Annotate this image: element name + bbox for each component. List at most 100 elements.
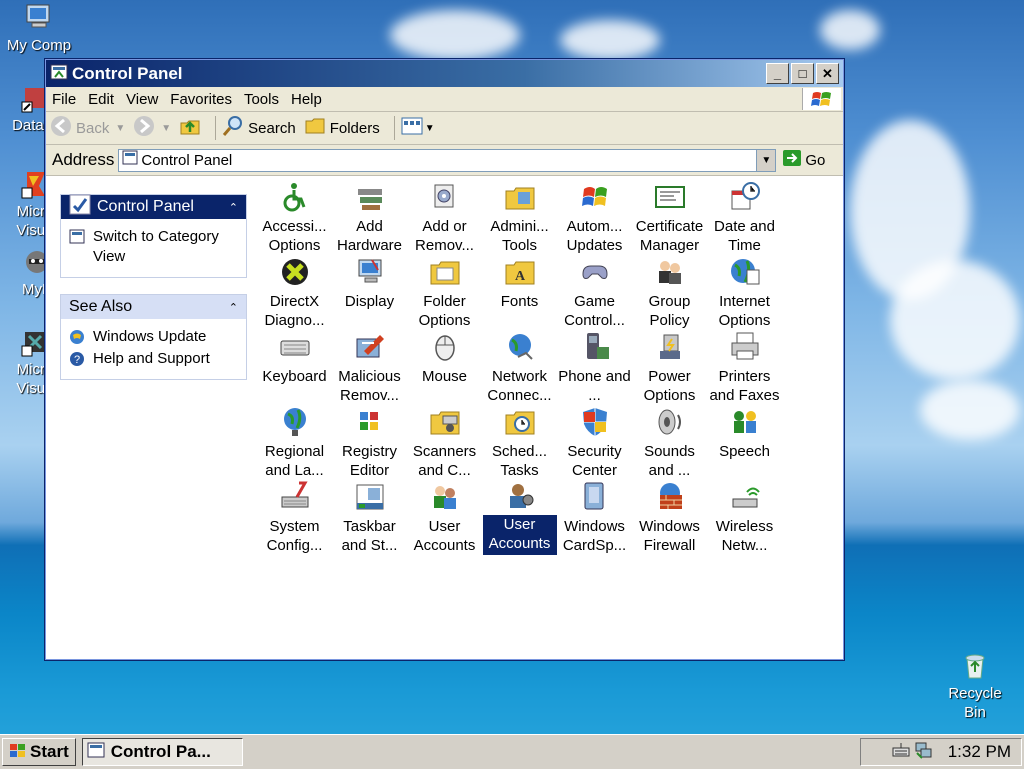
control-panel-item-power[interactable]: Power Options	[632, 330, 707, 405]
control-panel-item-keyboard[interactable]: Keyboard	[257, 330, 332, 405]
control-panel-item-scheduled-tasks[interactable]: Sched... Tasks	[482, 405, 557, 480]
control-panel-item-add-hardware[interactable]: Add Hardware	[332, 180, 407, 255]
item-label: Registry Editor	[341, 443, 397, 479]
control-panel-item-certificate[interactable]: Certificate Manager	[632, 180, 707, 255]
control-panel-item-cardspace[interactable]: Windows CardSp...	[557, 480, 632, 555]
pane-header[interactable]: Control Panel ⌃	[61, 194, 246, 221]
chevron-down-icon[interactable]: ▼	[115, 123, 125, 134]
network-tray-icon[interactable]	[914, 741, 932, 764]
pane-header[interactable]: See Also ⌃	[61, 295, 246, 319]
control-panel-item-network[interactable]: Network Connec...	[482, 330, 557, 405]
address-input[interactable]: Control Panel ▼	[118, 148, 777, 172]
add-hardware-icon	[353, 180, 387, 214]
control-panel-item-system-config[interactable]: System Config...	[257, 480, 332, 555]
desktop-icon-recycle-bin[interactable]: Recycle Bin	[940, 650, 1010, 722]
chevron-down-icon: ▼	[761, 154, 772, 166]
control-panel-item-firewall[interactable]: Windows Firewall	[632, 480, 707, 555]
menu-help[interactable]: Help	[285, 91, 328, 108]
item-label: Regional and La...	[264, 443, 325, 479]
item-label: Keyboard	[262, 368, 327, 385]
control-panel-item-user-accounts[interactable]: User Accounts	[407, 480, 482, 555]
desktop-icon-label: My Comp	[6, 37, 72, 54]
control-panel-item-internet-options[interactable]: Internet Options	[707, 255, 782, 330]
control-panel-item-wireless[interactable]: Wireless Netw...	[707, 480, 782, 555]
control-panel-item-fonts[interactable]: A Fonts	[482, 255, 557, 330]
minimize-button[interactable]: _	[766, 63, 789, 84]
menu-bar: File Edit View Favorites Tools Help	[46, 87, 843, 112]
item-label: User Accounts	[413, 518, 476, 554]
collapse-chevron-icon[interactable]: ⌃	[229, 301, 238, 314]
menu-favorites[interactable]: Favorites	[164, 91, 238, 108]
date-time-icon	[728, 180, 762, 214]
control-panel-item-speech[interactable]: Speech	[707, 405, 782, 480]
svg-text:?: ?	[74, 354, 80, 366]
control-panel-icon	[69, 194, 91, 221]
views-button[interactable]: ▼	[401, 116, 435, 140]
item-label: Windows Firewall	[639, 518, 700, 554]
switch-category-view-link[interactable]: Switch to Category View	[69, 227, 238, 267]
menu-edit[interactable]: Edit	[82, 91, 120, 108]
add-remove-programs-icon	[428, 180, 462, 214]
scanner-icon	[428, 405, 462, 439]
item-label: Phone and ...	[558, 368, 631, 404]
minimize-icon: _	[773, 66, 782, 81]
taskbar-button-control-panel[interactable]: Control Pa...	[81, 738, 243, 766]
go-button[interactable]: Go	[782, 149, 825, 171]
control-panel-item-sounds[interactable]: Sounds and ...	[632, 405, 707, 480]
directx-icon	[278, 255, 312, 289]
item-label: Display	[344, 293, 395, 310]
control-panel-item-accessibility[interactable]: Accessi... Options	[257, 180, 332, 255]
control-panel-item-group-policy[interactable]: Group Policy	[632, 255, 707, 330]
control-panel-item-regional[interactable]: Regional and La...	[257, 405, 332, 480]
control-panel-item-user-accounts-w2k[interactable]: User Accounts (W2k)	[482, 480, 557, 555]
control-panel-item-date-time[interactable]: Date and Time	[707, 180, 782, 255]
control-panel-item-directx[interactable]: DirectX Diagno...	[257, 255, 332, 330]
item-label: Windows CardSp...	[562, 518, 627, 554]
windows-update-link[interactable]: Windows Update	[69, 327, 238, 347]
menu-file[interactable]: File	[46, 91, 82, 108]
control-panel-item-folder-options[interactable]: Folder Options	[407, 255, 482, 330]
control-panel-item-taskbar[interactable]: Taskbar and St...	[332, 480, 407, 555]
control-panel-item-admin-tools[interactable]: Admini... Tools	[482, 180, 557, 255]
control-panel-item-display[interactable]: Display	[332, 255, 407, 330]
menu-view[interactable]: View	[120, 91, 164, 108]
windows-update-icon	[69, 329, 85, 345]
item-label: Internet Options	[718, 293, 771, 329]
folders-button[interactable]: Folders	[304, 115, 380, 141]
search-label: Search	[248, 119, 296, 137]
item-label: Folder Options	[418, 293, 471, 329]
control-panel-item-phone[interactable]: Phone and ...	[557, 330, 632, 405]
folder-options-icon	[428, 255, 462, 289]
item-label: Power Options	[643, 368, 696, 404]
desktop-icon-my-computer[interactable]: My Comp	[4, 2, 74, 55]
back-button[interactable]: Back ▼	[50, 115, 125, 141]
close-button[interactable]: ✕	[816, 63, 839, 84]
control-panel-item-printer[interactable]: Printers and Faxes	[707, 330, 782, 405]
control-panel-item-mouse[interactable]: Mouse	[407, 330, 482, 405]
menu-tools[interactable]: Tools	[238, 91, 285, 108]
forward-button[interactable]: ▼	[133, 115, 171, 141]
back-arrow-icon	[50, 115, 72, 141]
control-panel-item-malicious-removal[interactable]: Malicious Remov...	[332, 330, 407, 405]
keyboard-tray-icon[interactable]	[892, 742, 910, 763]
control-panel-item-add-remove-programs[interactable]: Add or Remov...	[407, 180, 482, 255]
collapse-chevron-icon[interactable]: ⌃	[229, 201, 238, 214]
control-panel-item-automatic-updates[interactable]: Autom... Updates	[557, 180, 632, 255]
folder-icon	[304, 115, 326, 141]
back-label: Back	[76, 119, 110, 137]
search-button[interactable]: Search	[222, 115, 296, 141]
address-dropdown-button[interactable]: ▼	[756, 149, 776, 171]
start-button[interactable]: Start	[2, 738, 76, 766]
search-icon	[222, 115, 244, 141]
control-panel-item-game-controller[interactable]: Game Control...	[557, 255, 632, 330]
control-panel-item-registry[interactable]: Registry Editor	[332, 405, 407, 480]
title-bar[interactable]: Control Panel _ □ ✕	[46, 60, 843, 87]
control-panel-item-scanner[interactable]: Scanners and C...	[407, 405, 482, 480]
up-folder-button[interactable]	[179, 115, 201, 141]
control-panel-item-security-center[interactable]: Security Center	[557, 405, 632, 480]
help-support-link[interactable]: ? Help and Support	[69, 349, 238, 369]
chevron-down-icon[interactable]: ▼	[161, 123, 171, 134]
maximize-button[interactable]: □	[791, 63, 814, 84]
toolbar: Back ▼ ▼ Search Folders ▼	[46, 112, 843, 145]
certificate-icon	[653, 180, 687, 214]
